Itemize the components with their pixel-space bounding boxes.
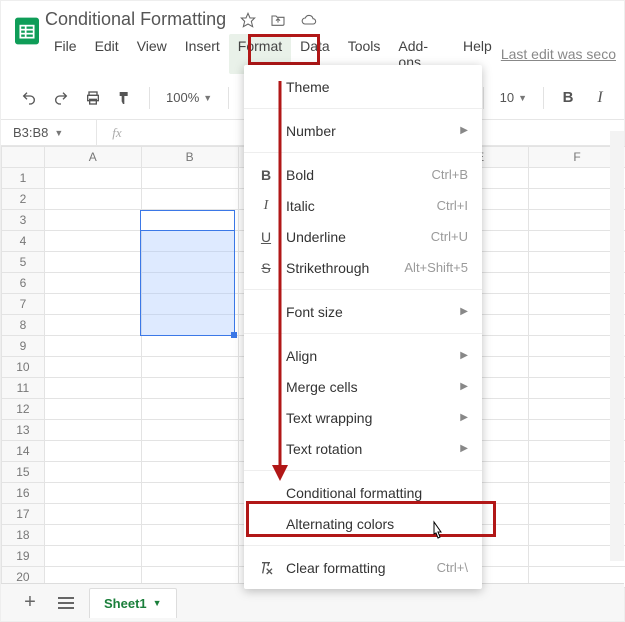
submenu-arrow-icon: ▶ [460, 381, 468, 392]
col-header[interactable]: A [44, 147, 141, 168]
row-header[interactable]: 15 [2, 462, 45, 483]
menu-theme[interactable]: Theme [244, 71, 482, 102]
menu-insert[interactable]: Insert [176, 34, 229, 74]
doc-title[interactable]: Conditional Formatting [45, 9, 226, 30]
zoom-value: 100% [166, 90, 199, 105]
row-header[interactable]: 9 [2, 336, 45, 357]
font-size-value: 10 [500, 90, 514, 105]
menu-font-size[interactable]: Font size▶ [244, 296, 482, 327]
font-size-select[interactable]: 10 ▼ [494, 84, 533, 112]
bold-icon: B [256, 167, 276, 183]
menu-file[interactable]: File [45, 34, 86, 74]
move-icon[interactable] [270, 12, 286, 28]
redo-button[interactable] [47, 84, 75, 112]
select-all-corner[interactable] [2, 147, 45, 168]
sheets-logo[interactable] [9, 7, 45, 55]
row-header[interactable]: 7 [2, 294, 45, 315]
menu-conditional-formatting[interactable]: Conditional formatting [244, 477, 482, 508]
submenu-arrow-icon: ▶ [460, 125, 468, 136]
row-header[interactable]: 3 [2, 210, 45, 231]
submenu-arrow-icon: ▶ [460, 412, 468, 423]
row-header[interactable]: 13 [2, 420, 45, 441]
menu-view[interactable]: View [128, 34, 176, 74]
col-header[interactable]: B [141, 147, 238, 168]
strikethrough-icon: S [256, 260, 276, 276]
zoom-select[interactable]: 100% ▼ [160, 84, 218, 112]
row-header[interactable]: 11 [2, 378, 45, 399]
name-box[interactable]: B3:B8 ▼ [1, 120, 97, 146]
star-icon[interactable] [240, 12, 256, 28]
menu-edit[interactable]: Edit [86, 34, 128, 74]
row-header[interactable]: 8 [2, 315, 45, 336]
menu-number[interactable]: Number▶ [244, 115, 482, 146]
menu-clear-formatting[interactable]: Clear formatting Ctrl+\ [244, 552, 482, 583]
italic-button[interactable]: I [586, 84, 614, 112]
fx-label: fx [97, 125, 137, 141]
cloud-icon[interactable] [300, 12, 318, 28]
menu-italic[interactable]: I Italic Ctrl+I [244, 190, 482, 221]
chevron-down-icon: ▼ [518, 93, 527, 103]
row-header[interactable]: 1 [2, 168, 45, 189]
row-header[interactable]: 16 [2, 483, 45, 504]
row-header[interactable]: 19 [2, 546, 45, 567]
row-header[interactable]: 10 [2, 357, 45, 378]
clear-format-icon [256, 560, 276, 576]
bold-button[interactable]: B [554, 84, 582, 112]
sheet-tab-label: Sheet1 [104, 596, 147, 611]
vertical-scrollbar[interactable] [610, 131, 624, 561]
menu-underline[interactable]: U Underline Ctrl+U [244, 221, 482, 252]
underline-icon: U [256, 229, 276, 245]
name-box-value: B3:B8 [13, 125, 48, 140]
chevron-down-icon: ▼ [54, 128, 63, 138]
chevron-down-icon: ▼ [153, 598, 162, 608]
row-header[interactable]: 17 [2, 504, 45, 525]
last-edit-link[interactable]: Last edit was seco [501, 46, 616, 62]
menu-bold[interactable]: B Bold Ctrl+B [244, 159, 482, 190]
cursor-pointer-icon [428, 520, 446, 545]
chevron-down-icon: ▼ [203, 93, 212, 103]
menu-alternating-colors[interactable]: Alternating colors [244, 508, 482, 539]
row-header[interactable]: 12 [2, 399, 45, 420]
menu-merge-cells[interactable]: Merge cells▶ [244, 371, 482, 402]
row-header[interactable]: 2 [2, 189, 45, 210]
menu-text-wrapping[interactable]: Text wrapping▶ [244, 402, 482, 433]
row-header[interactable]: 5 [2, 252, 45, 273]
submenu-arrow-icon: ▶ [460, 350, 468, 361]
paint-format-button[interactable] [111, 84, 139, 112]
undo-button[interactable] [15, 84, 43, 112]
sheet-tab-active[interactable]: Sheet1 ▼ [89, 588, 177, 618]
format-menu-dropdown: Theme Number▶ B Bold Ctrl+B I Italic Ctr… [244, 65, 482, 589]
menu-strikethrough[interactable]: S Strikethrough Alt+Shift+5 [244, 252, 482, 283]
row-header[interactable]: 4 [2, 231, 45, 252]
submenu-arrow-icon: ▶ [460, 306, 468, 317]
all-sheets-button[interactable] [53, 590, 79, 616]
submenu-arrow-icon: ▶ [460, 443, 468, 454]
row-header[interactable]: 18 [2, 525, 45, 546]
print-button[interactable] [79, 84, 107, 112]
menu-text-rotation[interactable]: Text rotation▶ [244, 433, 482, 464]
add-sheet-button[interactable]: + [17, 590, 43, 616]
row-header[interactable]: 14 [2, 441, 45, 462]
italic-icon: I [256, 198, 276, 214]
row-header[interactable]: 6 [2, 273, 45, 294]
menu-align[interactable]: Align▶ [244, 340, 482, 371]
